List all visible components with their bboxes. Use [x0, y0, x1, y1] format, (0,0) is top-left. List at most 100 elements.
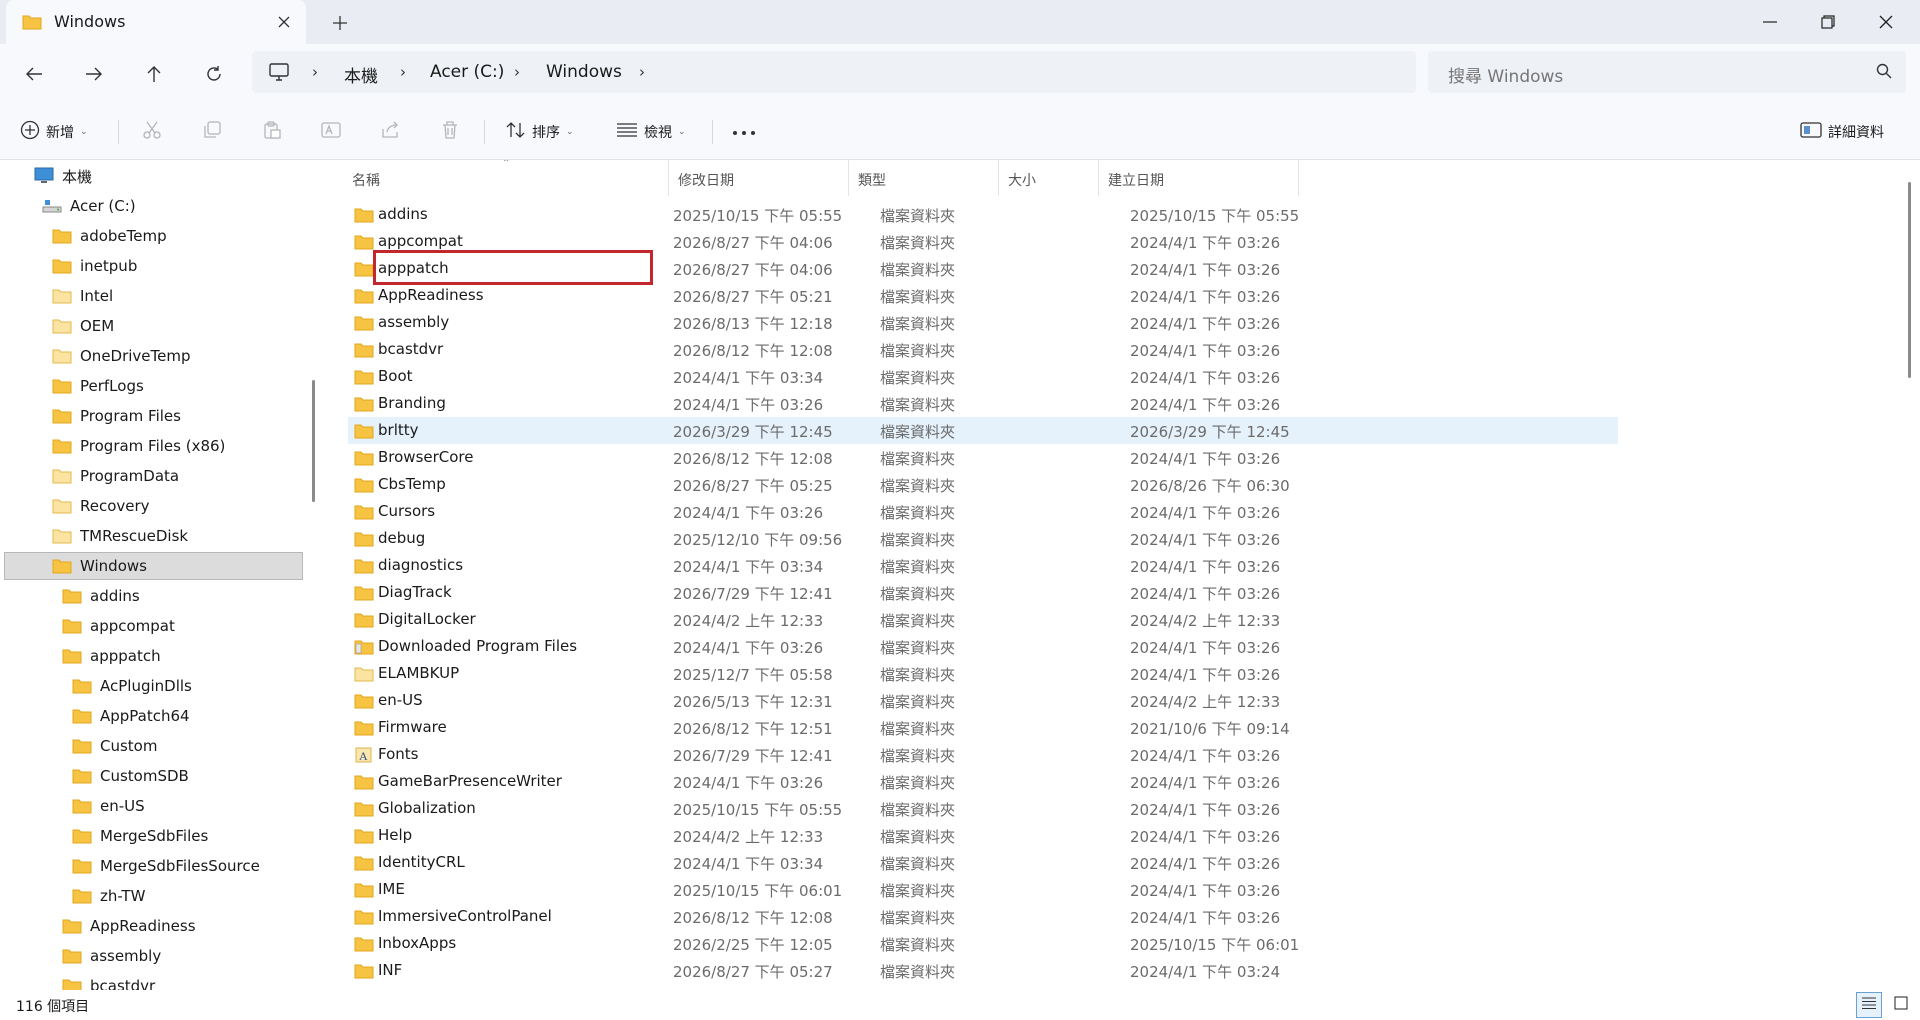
copy-button[interactable]	[202, 116, 222, 148]
tree-item[interactable]: adobeTemp	[52, 222, 167, 250]
tree-item[interactable]: Program Files	[52, 402, 181, 430]
file-row[interactable]: ImmersiveControlPanel 2026/8/12 下午 12:08 檔…	[348, 903, 1618, 930]
close-window-button[interactable]	[1866, 4, 1906, 40]
file-row[interactable]: bcastdvr 2026/8/12 下午 12:08 檔案資料夾 2024/4/1 …	[348, 336, 1618, 363]
cut-button[interactable]	[142, 116, 162, 148]
breadcrumb-windows[interactable]: Windows	[546, 62, 622, 82]
details-view-button[interactable]	[1856, 992, 1882, 1018]
file-row[interactable]: Cursors 2024/4/1 下午 03:26 檔案資料夾 2024/4/1 下午…	[348, 498, 1618, 525]
back-button[interactable]	[18, 58, 50, 90]
file-row[interactable]: Branding 2024/4/1 下午 03:26 檔案資料夾 2024/4/1 下…	[348, 390, 1618, 417]
minimize-button[interactable]	[1750, 4, 1790, 40]
file-row[interactable]: BrowserCore 2026/8/12 下午 12:08 檔案資料夾 2024/4…	[348, 444, 1618, 471]
column-divider[interactable]	[668, 160, 669, 196]
file-row[interactable]: CbsTemp 2026/8/27 下午 05:25 檔案資料夾 2026/8/26 …	[348, 471, 1618, 498]
paste-button[interactable]	[262, 116, 282, 148]
tree-item[interactable]: MergeSdbFilesSource	[72, 852, 260, 880]
breadcrumb-drive-c[interactable]: Acer (C:)	[430, 62, 504, 82]
file-row[interactable]: IdentityCRL 2024/4/1 下午 03:34 檔案資料夾 2024/4/…	[348, 849, 1618, 876]
tree-item[interactable]: inetpub	[52, 252, 137, 280]
delete-button[interactable]	[441, 116, 459, 148]
file-row[interactable]: Firmware 2026/8/12 下午 12:51 檔案資料夾 2021/10/6…	[348, 714, 1618, 741]
file-row[interactable]: InboxApps 2026/2/25 下午 12:05 檔案資料夾 2025/10/…	[348, 930, 1618, 957]
column-header-name[interactable]: 名稱	[352, 164, 380, 196]
file-row[interactable]: brltty 2026/3/29 下午 12:45 檔案資料夾 2026/3/29 下…	[348, 417, 1618, 444]
file-row[interactable]: Help 2024/4/2 上午 12:33 檔案資料夾 2024/4/1 下午 03…	[348, 822, 1618, 849]
refresh-button[interactable]	[198, 58, 230, 90]
column-divider[interactable]	[1098, 160, 1099, 196]
file-row[interactable]: DigitalLocker 2024/4/2 上午 12:33 檔案資料夾 2024/…	[348, 606, 1618, 633]
file-row[interactable]: ELAMBKUP 2025/12/7 下午 05:58 檔案資料夾 2024/4/1 …	[348, 660, 1618, 687]
forward-button[interactable]	[78, 58, 110, 90]
tree-item[interactable]: OneDriveTemp	[52, 342, 191, 370]
file-row[interactable]: AppReadiness 2026/8/27 下午 05:21 檔案資料夾 2024/…	[348, 282, 1618, 309]
file-row[interactable]: INF 2026/8/27 下午 05:27 檔案資料夾 2024/4/1 下午 03…	[348, 957, 1618, 984]
sort-button[interactable]: 排序 ⌄	[506, 116, 574, 148]
tree-item[interactable]: ProgramData	[52, 462, 179, 490]
column-divider[interactable]	[848, 160, 849, 196]
file-name: debug	[378, 529, 426, 547]
tree-item[interactable]: bcastdvr	[62, 972, 155, 990]
tree-item[interactable]: MergeSdbFiles	[72, 822, 208, 850]
tree-item[interactable]: AppPatch64	[72, 702, 190, 730]
tree-item[interactable]: OEM	[52, 312, 114, 340]
tree-item[interactable]: Custom	[72, 732, 157, 760]
file-row[interactable]: A Fonts 2026/7/29 下午 12:41 檔案資料夾 2024/4/1 下午…	[348, 741, 1618, 768]
tab-windows[interactable]: Windows	[6, 0, 306, 44]
tree-item[interactable]: 本機	[34, 162, 92, 190]
tree-item[interactable]: Program Files (x86)	[52, 432, 225, 460]
column-header-created[interactable]: 建立日期	[1108, 164, 1164, 196]
file-row[interactable]: IME 2025/10/15 下午 06:01 檔案資料夾 2024/4/1 下午 0…	[348, 876, 1618, 903]
tree-item[interactable]: AppReadiness	[62, 912, 196, 940]
file-row[interactable]: Globalization 2025/10/15 下午 05:55 檔案資料夾 202…	[348, 795, 1618, 822]
new-tab-button[interactable]	[326, 10, 354, 36]
column-divider[interactable]	[998, 160, 999, 196]
breadcrumb-separator: ›	[639, 63, 645, 81]
details-pane-button[interactable]: 詳細資料	[1800, 116, 1884, 148]
file-list-scrollbar[interactable]	[1908, 182, 1911, 378]
file-row[interactable]: addins 2025/10/15 下午 05:55 檔案資料夾 2025/10/15…	[348, 201, 1618, 228]
share-button[interactable]	[380, 116, 400, 148]
column-header-modified[interactable]: 修改日期	[678, 164, 734, 196]
tree-item[interactable]: CustomSDB	[72, 762, 189, 790]
file-row[interactable]: Boot 2024/4/1 下午 03:34 檔案資料夾 2024/4/1 下午 03…	[348, 363, 1618, 390]
file-row[interactable]: en-US 2026/5/13 下午 12:31 檔案資料夾 2024/4/2 上午 …	[348, 687, 1618, 714]
file-row[interactable]: debug 2025/12/10 下午 09:56 檔案資料夾 2024/4/1 下午…	[348, 525, 1618, 552]
close-tab-icon[interactable]	[272, 10, 296, 34]
tree-item[interactable]: Recovery	[52, 492, 150, 520]
search-input[interactable]: 搜尋 Windows	[1428, 51, 1906, 93]
file-row[interactable]: diagnostics 2024/4/1 下午 03:34 檔案資料夾 2024/4/…	[348, 552, 1618, 579]
file-row[interactable]: GameBarPresenceWriter 2024/4/1 下午 03:26 檔案…	[348, 768, 1618, 795]
tree-item[interactable]: apppatch	[62, 642, 161, 670]
tiles-view-button[interactable]	[1888, 992, 1914, 1018]
tree-item[interactable]: TMRescueDisk	[52, 522, 188, 550]
new-button[interactable]: 新增 ⌄	[20, 116, 88, 148]
tree-item[interactable]: appcompat	[62, 612, 175, 640]
tree-item-label: Acer (C:)	[70, 197, 136, 215]
column-divider[interactable]	[1298, 160, 1299, 196]
tree-item[interactable]: zh-TW	[72, 882, 145, 910]
tree-item[interactable]: en-US	[72, 792, 145, 820]
tree-item[interactable]: PerfLogs	[52, 372, 144, 400]
navigation-scrollbar[interactable]	[312, 380, 315, 502]
tree-item[interactable]: assembly	[62, 942, 161, 970]
tree-item[interactable]: addins	[62, 582, 140, 610]
file-row[interactable]: DiagTrack 2026/7/29 下午 12:41 檔案資料夾 2024/4/1…	[348, 579, 1618, 606]
column-header-type[interactable]: 類型	[858, 164, 886, 196]
up-button[interactable]	[138, 58, 170, 90]
folder-icon	[354, 720, 374, 740]
tree-item[interactable]: AcPluginDlls	[72, 672, 192, 700]
view-button[interactable]: 檢視 ⌄	[616, 116, 686, 148]
restore-button[interactable]	[1808, 4, 1848, 40]
more-options-button[interactable]	[732, 116, 756, 148]
tree-item[interactable]: Windows	[52, 552, 147, 580]
tree-item[interactable]: Intel	[52, 282, 113, 310]
tree-item[interactable]: Acer (C:)	[42, 192, 136, 220]
address-bar[interactable]: › 本機 › Acer (C:) › Windows ›	[252, 51, 1416, 93]
file-row[interactable]: Downloaded Program Files 2024/4/1 下午 03:2…	[348, 633, 1618, 660]
column-header-size[interactable]: 大小	[1008, 164, 1036, 196]
file-row[interactable]: assembly 2026/8/13 下午 12:18 檔案資料夾 2024/4/1 …	[348, 309, 1618, 336]
folder-icon	[354, 612, 374, 632]
rename-button[interactable]	[320, 116, 342, 148]
breadcrumb-this-pc[interactable]: 本機	[344, 62, 378, 87]
